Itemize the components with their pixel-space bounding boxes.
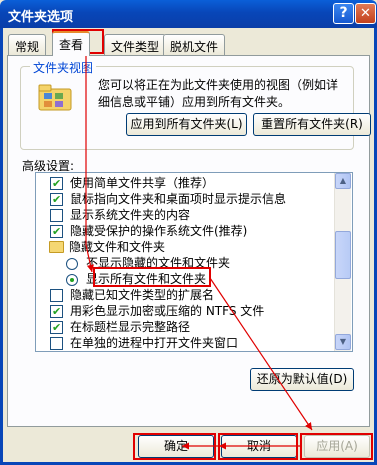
radio-button[interactable]	[66, 258, 78, 270]
checkbox[interactable]	[50, 320, 63, 335]
reset-all-folders-button[interactable]: 重置所有文件夹(R)	[253, 113, 371, 136]
tab-file-types[interactable]: 文件类型	[104, 34, 167, 55]
checkbox[interactable]	[50, 337, 63, 350]
scroll-up-arrow-icon[interactable]: ▲	[335, 173, 351, 189]
restore-defaults-button[interactable]: 还原为默认值(D)	[250, 368, 354, 391]
checkbox[interactable]	[50, 209, 63, 222]
help-button[interactable]: ?	[333, 3, 354, 24]
tab-view[interactable]: 查看	[52, 31, 91, 56]
advanced-settings-list: 使用简单文件共享（推荐） 鼠标指向文件夹和桌面项时显示提示信息 显示系统文件夹的…	[35, 172, 353, 352]
tab-general[interactable]: 常规	[8, 34, 47, 55]
apply-to-all-folders-button[interactable]: 应用到所有文件夹(L)	[126, 113, 247, 136]
list-scrollbar[interactable]: ▲ ▼	[334, 173, 351, 351]
checkbox[interactable]	[50, 304, 63, 319]
apply-button[interactable]: 应用(A)	[304, 435, 370, 458]
ok-button[interactable]: 确定	[138, 435, 214, 458]
scroll-down-arrow-icon[interactable]: ▼	[335, 334, 351, 350]
folder-view-description: 您可以将正在为此文件夹使用的视图（例如详细信息或平铺）应用到所有文件夹。	[98, 78, 339, 109]
radio-button[interactable]	[66, 274, 78, 286]
scroll-thumb[interactable]	[335, 231, 351, 279]
cancel-button[interactable]: 取消	[221, 435, 297, 458]
tab-offline-files[interactable]: 脱机文件	[163, 34, 226, 55]
close-button[interactable]: ✕	[355, 3, 376, 24]
checkbox[interactable]	[50, 176, 63, 191]
title-bar: 文件夹选项 ? ✕	[0, 0, 377, 28]
checkbox[interactable]	[50, 192, 63, 207]
window-title: 文件夹选项	[8, 10, 74, 25]
folder-view-icon	[38, 84, 72, 111]
folder-icon	[49, 241, 64, 253]
checkbox[interactable]	[50, 289, 63, 302]
checkbox[interactable]	[50, 224, 63, 239]
folder-view-title: 文件夹视图	[30, 59, 97, 76]
